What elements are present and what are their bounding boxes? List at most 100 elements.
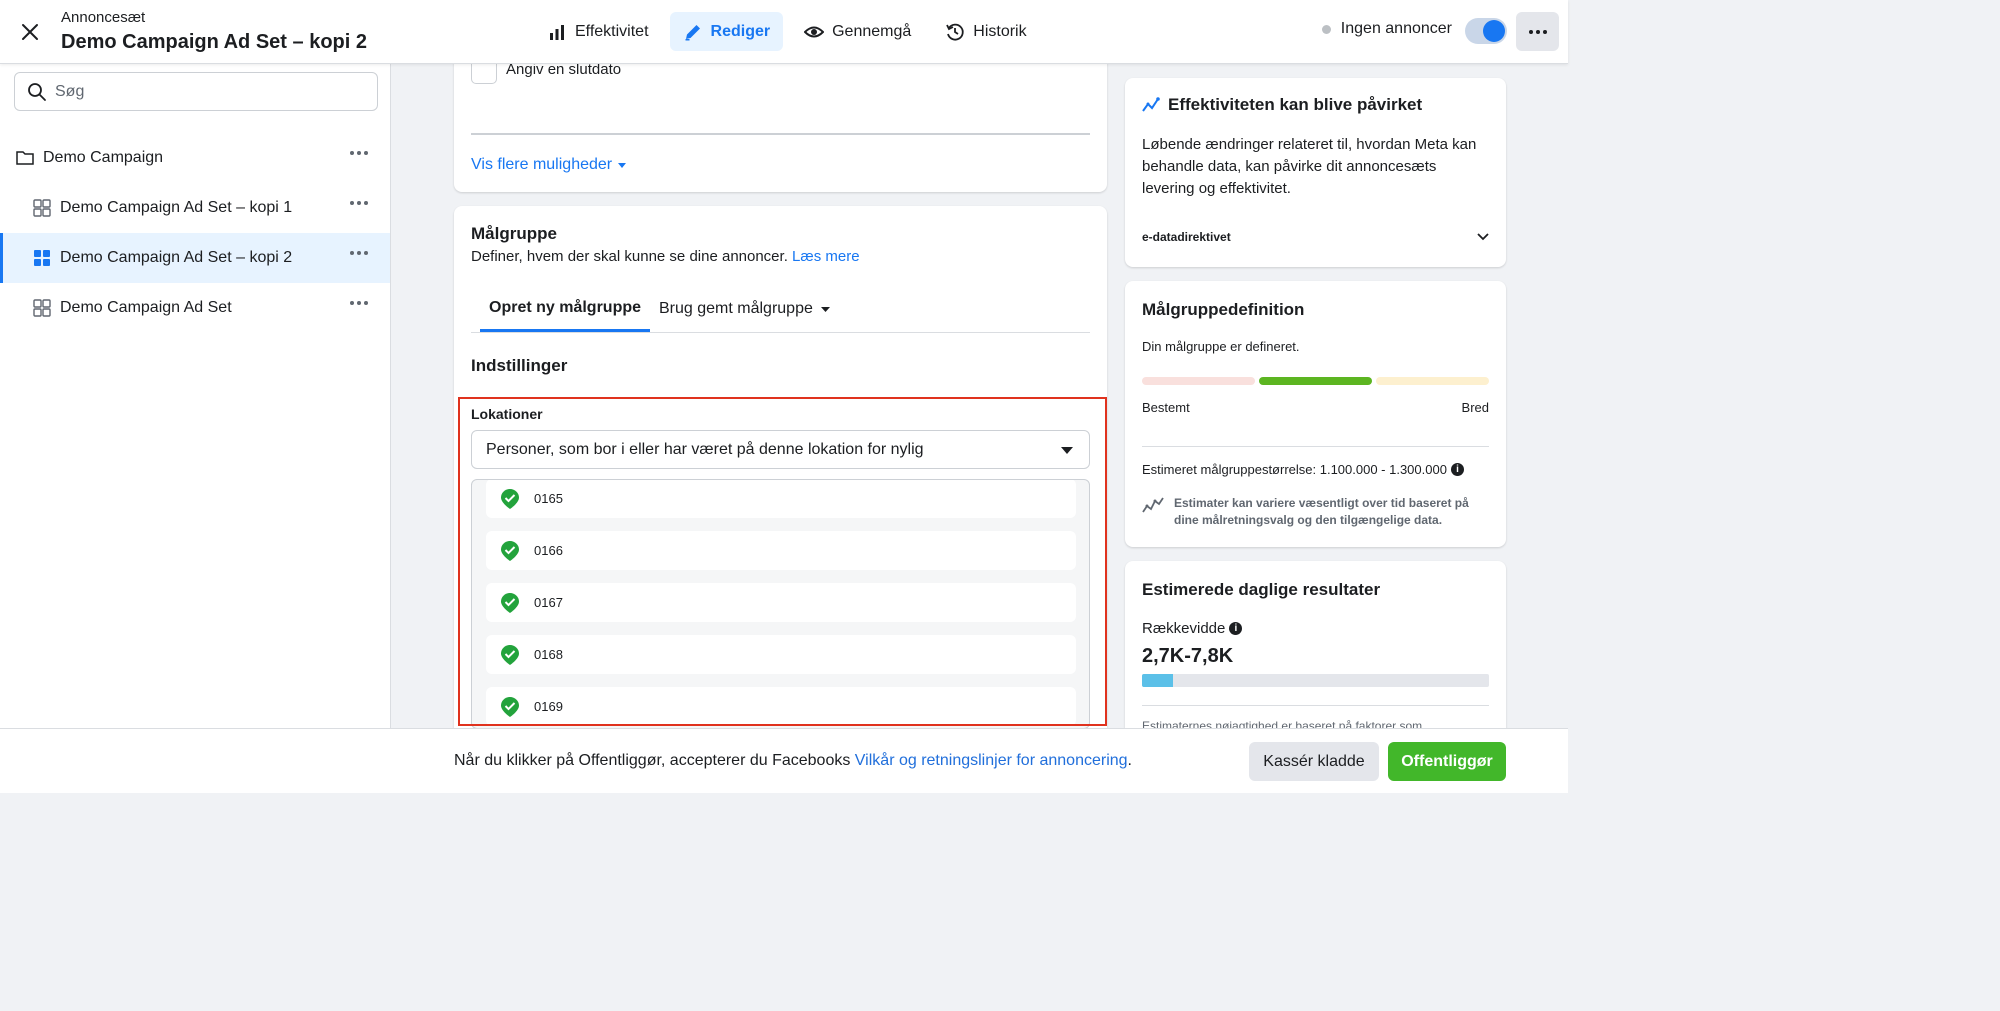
status-label: Ingen annoncer: [1340, 20, 1452, 37]
learn-more-link[interactable]: Læs mere: [792, 248, 860, 265]
more-horizontal-icon: [1528, 29, 1547, 34]
terms-text: Når du klikker på Offentliggør, accepter…: [454, 752, 1132, 770]
estimate-note: Estimater kan variere væsentligt over ti…: [1142, 495, 1492, 529]
show-more-options-link[interactable]: Vis flere muligheder: [471, 156, 627, 174]
sidebar-item-label: Demo Campaign: [43, 149, 164, 166]
sidebar-item-label: Demo Campaign Ad Set – kopi 2: [60, 249, 293, 266]
reach-label-row: Rækkevidde i: [1142, 620, 1243, 637]
location-label: 0167: [534, 595, 563, 610]
notice-title: Effektiviteten kan blive påvirket: [1168, 95, 1423, 114]
tab-label: Opret ny målgruppe: [489, 298, 642, 316]
notice-header: Effektiviteten kan blive påvirket: [1142, 95, 1422, 115]
publish-button[interactable]: Offentliggør: [1388, 742, 1506, 781]
terms-period: .: [1127, 752, 1132, 769]
locations-list[interactable]: 0165 0166 0167 0168 0169: [471, 479, 1090, 729]
reach-bar-fill: [1142, 674, 1174, 687]
estimate-row: Estimeret målgruppestørrelse: 1.100.000 …: [1142, 462, 1464, 477]
search-icon: [28, 82, 46, 101]
meter-broad: [1376, 377, 1489, 385]
location-label: 0166: [534, 543, 563, 558]
meter-narrow: [1142, 377, 1255, 385]
estimate-note-text: Estimater kan variere væsentligt over ti…: [1174, 496, 1469, 527]
tabs-divider: [471, 332, 1090, 333]
more-horizontal-icon[interactable]: [350, 251, 368, 255]
estimate-label: Estimeret målgruppestørrelse: 1.100.000 …: [1142, 462, 1447, 477]
main-tabs: Effektivitet Rediger Gennemgå Historik: [534, 12, 1040, 51]
location-item[interactable]: 0165: [486, 480, 1076, 518]
tab-create-audience[interactable]: Opret ny målgruppe: [480, 286, 651, 332]
sidebar-item-label: Demo Campaign Ad Set – kopi 1: [60, 199, 293, 216]
close-button[interactable]: [14, 16, 46, 48]
sidebar-item-adset-kopi-1[interactable]: Demo Campaign Ad Set – kopi 1: [0, 183, 390, 233]
audience-description: Definer, hvem der skal kunne se dine ann…: [471, 248, 860, 265]
more-options-button[interactable]: [1516, 12, 1559, 51]
location-pin-check-icon: [501, 696, 519, 717]
audience-meter: [1142, 377, 1489, 385]
directive-expander[interactable]: e-datadirektivet: [1142, 226, 1489, 248]
location-item[interactable]: 0167: [486, 583, 1076, 622]
locations-select[interactable]: Personer, som bor i eller har været på d…: [471, 430, 1090, 469]
reach-value: 2,7K-7,8K: [1142, 645, 1234, 667]
terms-link[interactable]: Vilkår og retningslinjer for annoncering: [855, 752, 1128, 769]
more-horizontal-icon[interactable]: [350, 151, 368, 155]
close-icon: [22, 24, 38, 40]
fluctuation-icon: [1142, 497, 1164, 513]
more-horizontal-icon[interactable]: [350, 201, 368, 205]
top-bar: Annoncesæt Demo Campaign Ad Set – kopi 2…: [0, 0, 1568, 64]
location-item[interactable]: 0168: [486, 635, 1076, 674]
adset-toggle[interactable]: [1465, 18, 1507, 44]
caret-down-icon: [618, 162, 627, 168]
toggle-knob: [1483, 20, 1505, 42]
info-icon[interactable]: i: [1450, 463, 1464, 476]
pencil-icon: [685, 24, 700, 40]
tab-effektivitet[interactable]: Effektivitet: [534, 12, 662, 51]
location-item[interactable]: 0169: [486, 687, 1076, 726]
divider: [471, 133, 1090, 135]
eye-icon: [804, 26, 825, 37]
caret-down-icon: [1061, 447, 1073, 454]
tab-label: Rediger: [710, 22, 771, 40]
page-subtitle: Annoncesæt: [61, 9, 146, 26]
location-item[interactable]: 0166: [486, 531, 1076, 570]
notice-body: Løbende ændringer relateret til, hvordan…: [1142, 136, 1477, 197]
folder-icon: [16, 151, 34, 165]
audience-title: Målgruppe: [471, 224, 557, 243]
meter-good: [1259, 377, 1372, 385]
sidebar-item-campaign[interactable]: Demo Campaign: [0, 133, 390, 183]
tab-saved-audience[interactable]: Brug gemt målgruppe: [659, 286, 830, 332]
more-horizontal-icon[interactable]: [350, 301, 368, 305]
ad-status: Ingen annoncer: [1321, 20, 1452, 38]
show-more-label: Vis flere muligheder: [471, 156, 613, 173]
performance-notice-card: Effektiviteten kan blive påvirket Løbend…: [1125, 78, 1506, 267]
audience-description-text: Definer, hvem der skal kunne se dine ann…: [471, 248, 788, 265]
sidebar-item-adset-kopi-2[interactable]: Demo Campaign Ad Set – kopi 2: [0, 233, 390, 283]
status-dot: [1321, 24, 1331, 34]
location-label: 0165: [534, 491, 563, 506]
bar-chart-icon: [550, 24, 564, 40]
sidebar-item-adset[interactable]: Demo Campaign Ad Set: [0, 283, 390, 333]
tab-rediger[interactable]: Rediger: [669, 12, 784, 51]
meter-left-label: Bestemt: [1142, 400, 1190, 415]
terms-prefix: Når du klikker på Offentliggør, accepter…: [454, 752, 851, 769]
search-input[interactable]: [55, 82, 355, 101]
settings-title: Indstillinger: [471, 356, 568, 375]
locations-select-value: Personer, som bor i eller har været på d…: [486, 440, 924, 458]
audience-card: Målgruppe Definer, hvem der skal kunne s…: [454, 206, 1107, 746]
location-pin-check-icon: [501, 644, 519, 665]
definition-status: Din målgruppe er defineret.: [1142, 339, 1300, 354]
location-pin-check-icon: [501, 540, 519, 561]
tab-label: Gennemgå: [832, 22, 912, 40]
tab-gennemga[interactable]: Gennemgå: [791, 12, 924, 51]
sidebar-item-label: Demo Campaign Ad Set: [60, 299, 232, 316]
location-pin-check-icon: [501, 592, 519, 613]
tab-historik[interactable]: Historik: [932, 12, 1039, 51]
grid-icon: [33, 199, 51, 217]
location-label: 0169: [534, 699, 563, 714]
divider: [1142, 446, 1489, 447]
reach-label: Rækkevidde: [1142, 620, 1226, 637]
locations-label: Lokationer: [471, 406, 543, 422]
discard-draft-button[interactable]: Kassér kladde: [1249, 742, 1379, 781]
search-box[interactable]: [14, 72, 378, 111]
bottom-bar: Når du klikker på Offentliggør, accepter…: [0, 728, 1568, 793]
info-icon[interactable]: i: [1229, 622, 1243, 635]
